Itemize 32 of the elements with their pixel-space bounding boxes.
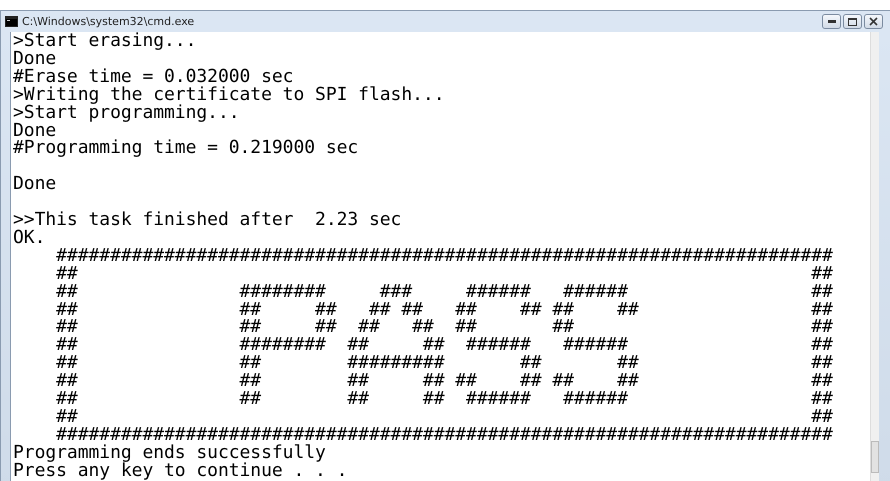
- console-line: ## ##: [55, 264, 834, 283]
- console-line: Done: [13, 50, 56, 68]
- close-icon: [869, 17, 878, 26]
- maximize-button[interactable]: [843, 14, 862, 29]
- console-line: ########################################################################: [56, 426, 834, 444]
- console-line: Done: [13, 175, 58, 194]
- console-line: OK.: [13, 228, 46, 247]
- minimize-button[interactable]: [822, 14, 841, 29]
- console-line: Done: [13, 122, 56, 140]
- console-line: #Programming time = 0.219000 sec: [13, 139, 360, 158]
- console-line: ## ## ## ## ## ## ## ## ##: [55, 372, 834, 390]
- console-line: >Start erasing...: [13, 32, 198, 50]
- console-line: ## ##: [55, 408, 834, 426]
- console-line: Programming ends successfully: [13, 444, 327, 462]
- window-title: C:\Windows\system32\cmd.exe: [22, 15, 196, 28]
- scrollbar[interactable]: [870, 32, 879, 481]
- console-line: #Erase time = 0.032000 sec: [13, 68, 294, 86]
- console-line: Press any key to continue . . .: [13, 462, 348, 480]
- console-line: ## ######## ## ## ###### ###### ##: [55, 336, 834, 354]
- console-line: ## ######## ### ###### ###### ##: [55, 282, 834, 301]
- console-icon: [5, 16, 18, 27]
- console-line: ## ## ## ## ## ## ## ## ## ##: [55, 300, 834, 318]
- close-button[interactable]: [864, 14, 883, 29]
- console-line: >Writing the certificate to SPI flash...: [13, 86, 446, 104]
- minimize-icon: [828, 20, 836, 23]
- console-line: ## ## ## ## ## ## ## ##: [55, 318, 834, 336]
- console-line: >>This task finished after 2.23 sec: [13, 211, 402, 229]
- console-line: ## ## ######### ## ## ##: [55, 354, 834, 372]
- console-line: ########################################################################: [55, 246, 834, 265]
- console-line: >Start programming...: [13, 104, 241, 122]
- maximize-icon: [848, 18, 857, 26]
- console-line: ## ## ## ## ###### ###### ##: [55, 390, 834, 408]
